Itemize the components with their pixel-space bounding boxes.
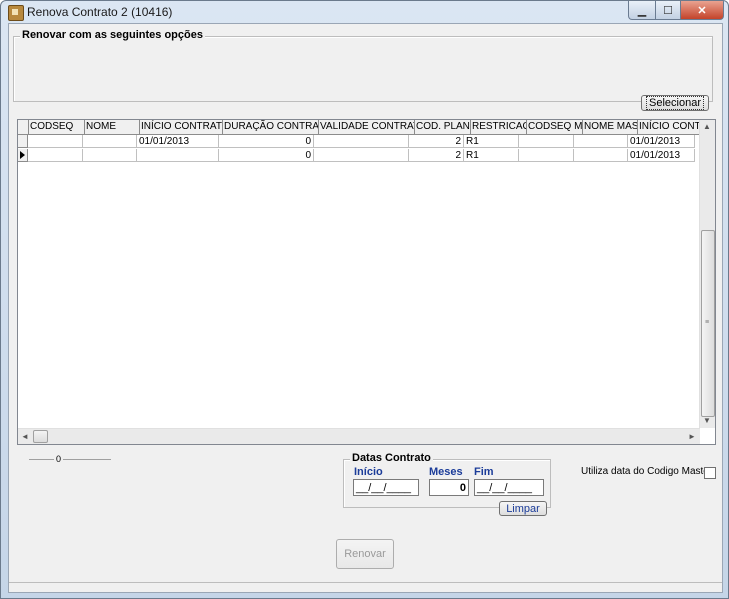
table-cell[interactable] xyxy=(519,149,574,162)
master-date-checkbox[interactable] xyxy=(704,467,716,479)
column-header-validade-contrato[interactable]: VALIDADE CONTRATO xyxy=(319,120,415,135)
close-icon: ✕ xyxy=(697,4,707,17)
app-icon xyxy=(8,5,24,21)
row-indicator[interactable] xyxy=(18,135,28,148)
limpar-button[interactable]: Limpar xyxy=(499,501,547,516)
row-indicator[interactable] xyxy=(18,149,28,162)
column-header-inicio-contrato[interactable]: INÍCIO CONTRATO xyxy=(140,120,223,135)
current-row-arrow-icon xyxy=(20,151,25,159)
scroll-up-icon[interactable]: ▲ xyxy=(703,122,711,131)
table-cell[interactable] xyxy=(574,135,628,148)
title-bar[interactable]: Renova Contrato 2 (10416) ▁ ☐ ✕ xyxy=(1,1,728,23)
grid-header-indicator xyxy=(18,120,29,135)
column-header-duracao-contrato[interactable]: DURAÇÃO CONTRATO xyxy=(223,120,319,135)
table-cell[interactable]: 01/01/2013 xyxy=(628,149,695,162)
master-date-label: Utiliza data do Codigo Master xyxy=(581,466,713,477)
table-cell[interactable]: R1 xyxy=(464,135,519,148)
status-bar xyxy=(9,582,722,593)
horizontal-scroll-thumb[interactable] xyxy=(33,430,48,443)
grip-icon: ≡ xyxy=(705,319,710,326)
options-group-legend: Renovar com as seguintes opções xyxy=(20,29,205,41)
column-header-inicio-contrato-master[interactable]: INÍCIO CONTRAT xyxy=(638,120,708,135)
window-title: Renova Contrato 2 (10416) xyxy=(27,5,173,19)
column-header-nome-master[interactable]: NOME MASTE xyxy=(583,120,638,135)
column-header-cod-plano[interactable]: COD. PLANO xyxy=(415,120,471,135)
slider-value: 0 xyxy=(54,454,64,464)
client-area: Renovar com as seguintes opções Selecion… xyxy=(8,23,723,593)
inicio-label: Início xyxy=(354,466,383,478)
table-cell[interactable] xyxy=(314,135,409,148)
maximize-button[interactable]: ☐ xyxy=(656,1,681,20)
table-cell[interactable]: R1 xyxy=(464,149,519,162)
main-window: Renova Contrato 2 (10416) ▁ ☐ ✕ Renovar … xyxy=(0,0,729,599)
grid-header: CODSEQ NOME INÍCIO CONTRATO DURAÇÃO CONT… xyxy=(18,120,708,135)
meses-input[interactable]: 0 xyxy=(429,479,469,496)
scroll-down-icon[interactable]: ▼ xyxy=(703,416,711,425)
renovar-button[interactable]: Renovar xyxy=(336,539,394,569)
table-cell[interactable]: 0 xyxy=(219,149,314,162)
selecionar-button[interactable]: Selecionar xyxy=(641,95,709,111)
table-cell[interactable] xyxy=(314,149,409,162)
maximize-icon: ☐ xyxy=(663,4,673,17)
table-cell[interactable] xyxy=(28,135,83,148)
grid-horizontal-scrollbar[interactable]: ◄ ► xyxy=(18,428,700,444)
table-cell[interactable] xyxy=(28,149,83,162)
table-cell[interactable] xyxy=(137,149,219,162)
table-cell[interactable]: 2 xyxy=(409,135,464,148)
table-cell[interactable] xyxy=(574,149,628,162)
table-cell[interactable]: 01/01/2013 xyxy=(137,135,219,148)
vertical-scroll-thumb[interactable]: ≡ xyxy=(701,230,715,417)
selecionar-button-label: Selecionar xyxy=(646,96,704,110)
close-button[interactable]: ✕ xyxy=(681,1,724,20)
table-cell[interactable]: 2 xyxy=(409,149,464,162)
grid-vertical-scrollbar[interactable]: ▲ ≡ ▼ xyxy=(699,120,715,428)
fim-date-input[interactable]: __/__/____ xyxy=(474,479,544,496)
scroll-left-icon[interactable]: ◄ xyxy=(21,432,29,441)
table-cell[interactable]: 0 xyxy=(219,135,314,148)
table-row[interactable]: 01/01/2013 0 2 R1 01/01/2013 xyxy=(18,135,695,149)
contracts-grid[interactable]: CODSEQ NOME INÍCIO CONTRATO DURAÇÃO CONT… xyxy=(17,119,716,445)
table-row[interactable]: 0 2 R1 01/01/2013 xyxy=(18,149,695,163)
column-header-restricao[interactable]: RESTRICAO xyxy=(471,120,527,135)
datas-contrato-legend: Datas Contrato xyxy=(350,452,433,464)
scroll-right-icon[interactable]: ► xyxy=(688,432,696,441)
inicio-date-input[interactable]: __/__/____ xyxy=(353,479,419,496)
slider-track[interactable] xyxy=(29,459,111,460)
options-group: Renovar com as seguintes opções xyxy=(13,29,713,102)
minimize-button[interactable]: ▁ xyxy=(628,1,656,20)
table-cell[interactable] xyxy=(83,149,137,162)
column-header-codseq[interactable]: CODSEQ xyxy=(29,120,85,135)
table-cell[interactable]: 01/01/2013 xyxy=(628,135,695,148)
meses-label: Meses xyxy=(429,466,463,478)
table-cell[interactable] xyxy=(83,135,137,148)
table-cell[interactable] xyxy=(519,135,574,148)
limpar-button-label: Limpar xyxy=(506,502,540,515)
column-header-nome[interactable]: NOME xyxy=(85,120,140,135)
renovar-button-label: Renovar xyxy=(344,548,386,560)
column-header-codseq-master[interactable]: CODSEQ MAS xyxy=(527,120,583,135)
window-controls: ▁ ☐ ✕ xyxy=(628,1,724,20)
fim-label: Fim xyxy=(474,466,494,478)
minimize-icon: ▁ xyxy=(637,4,647,17)
